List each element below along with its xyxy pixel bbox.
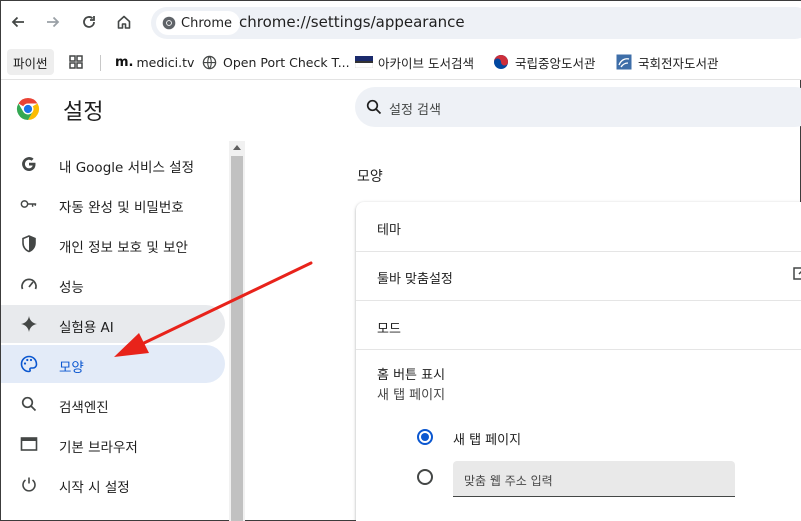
home-button[interactable] <box>109 7 139 37</box>
sidebar-item-performance[interactable]: 성능 <box>1 265 225 303</box>
bookmark-python[interactable]: 파이썬 <box>7 49 54 75</box>
radio-new-tab-page-label: 새 탭 페이지 <box>453 433 522 448</box>
apps-grid-icon <box>69 55 83 69</box>
sidebar-item-label: 실험용 AI <box>59 320 114 336</box>
bookmark-assembly-library[interactable]: 국회전자도서관 <box>616 49 719 75</box>
bookmarks-separator <box>100 55 101 71</box>
sidebar-item-label: 시작 시 설정 <box>59 480 130 496</box>
mode-label: 모드 <box>377 322 401 337</box>
sidebar-item-label: 자동 완성 및 비밀번호 <box>59 200 184 216</box>
home-icon <box>117 15 131 29</box>
sidebar-item-search-engine[interactable]: 검색엔진 <box>1 385 225 423</box>
sidebar-item-label: 기본 브라우저 <box>59 440 138 456</box>
settings-sidebar: 내 Google 서비스 설정 자동 완성 및 비밀번호 개인 정보 보호 및 … <box>1 141 229 521</box>
address-bar[interactable]: Chrome chrome://settings/appearance <box>151 7 801 39</box>
sidebar-item-default-browser[interactable]: 기본 브라우저 <box>1 425 225 463</box>
sidebar-item-appearance[interactable]: 모양 <box>1 345 225 383</box>
shield-icon <box>20 235 38 253</box>
toolbar-customize-label: 툴바 맞춤설정 <box>377 272 453 287</box>
bookmark-label: 파이썬 <box>13 55 48 71</box>
radio-new-tab-page[interactable] <box>417 429 433 445</box>
home-button-sublabel: 새 탭 페이지 <box>377 388 446 403</box>
sidebar-item-label: 내 Google 서비스 설정 <box>59 160 194 176</box>
power-icon <box>20 475 38 493</box>
section-title: 모양 <box>357 169 383 185</box>
settings-search-input[interactable]: 설정 검색 <box>355 87 801 127</box>
key-icon <box>20 195 38 213</box>
palette-icon <box>20 355 38 373</box>
browser-window-icon <box>20 435 38 453</box>
search-placeholder: 설정 검색 <box>389 103 441 118</box>
url-text[interactable]: chrome://settings/appearance <box>239 13 465 31</box>
custom-url-input[interactable]: 맞춤 웹 주소 입력 <box>453 461 735 497</box>
site-chip[interactable]: Chrome <box>156 11 240 35</box>
sidebar-item-label: 성능 <box>59 280 84 296</box>
bookmark-label: 국회전자도서관 <box>638 55 719 71</box>
appearance-card: 테마 툴바 맞춤설정 모드 홈 버튼 표시 새 탭 페이지 새 탭 페이지 맞춤… <box>356 202 801 521</box>
sidebar-item-label: 개인 정보 보호 및 보안 <box>59 240 188 256</box>
browser-toolbar: Chrome chrome://settings/appearance <box>1 1 801 44</box>
settings-header: 설정 설정 검색 <box>1 81 801 137</box>
sidebar-item-google-services[interactable]: 내 Google 서비스 설정 <box>1 145 225 183</box>
sidebar-item-experimental-ai[interactable]: 실험용 AI <box>1 305 225 343</box>
bookmarks-bar: 파이썬 m. medici.tv Open Port Check T... 아카… <box>1 44 801 80</box>
chrome-logo-icon <box>162 16 176 30</box>
bookmark-medici[interactable]: m. medici.tv <box>115 49 194 75</box>
back-button[interactable] <box>3 7 33 37</box>
scroll-up-arrow-icon[interactable] <box>233 145 241 150</box>
search-icon <box>20 395 38 413</box>
speedometer-icon <box>20 275 38 293</box>
sparkle-icon <box>20 315 38 333</box>
sidebar-item-label: 모양 <box>59 360 84 376</box>
chrome-logo-icon <box>16 98 40 120</box>
external-link-icon[interactable] <box>793 266 801 280</box>
theme-row[interactable]: 테마 <box>356 202 801 251</box>
theme-label: 테마 <box>377 223 401 238</box>
toolbar-customize-row[interactable]: 툴바 맞춤설정 <box>356 251 801 300</box>
bookmark-open-port-check[interactable]: Open Port Check T... <box>202 49 350 75</box>
search-icon <box>366 99 382 115</box>
sidebar-item-autofill[interactable]: 자동 완성 및 비밀번호 <box>1 185 225 223</box>
medici-logo-icon: m. <box>115 54 134 70</box>
bookmark-national-library[interactable]: 국립중앙도서관 <box>493 49 596 75</box>
reload-button[interactable] <box>74 7 104 37</box>
page-title: 설정 <box>63 100 104 125</box>
custom-url-placeholder: 맞춤 웹 주소 입력 <box>464 474 553 488</box>
radio-custom-url[interactable] <box>417 469 433 485</box>
bookmark-apps[interactable] <box>68 49 84 75</box>
arrow-left-icon <box>11 16 24 28</box>
globe-icon <box>202 55 217 69</box>
site-chip-label: Chrome <box>181 15 232 31</box>
assembly-library-icon <box>616 54 632 70</box>
archive-flag-icon <box>355 56 373 68</box>
bookmark-label: 국립중앙도서관 <box>515 55 596 71</box>
mode-row[interactable]: 모드 <box>356 300 801 349</box>
sidebar-item-on-startup[interactable]: 시작 시 설정 <box>1 465 225 503</box>
sidebar-item-privacy[interactable]: 개인 정보 보호 및 보안 <box>1 225 225 263</box>
forward-button[interactable] <box>38 7 68 37</box>
national-library-icon <box>494 55 508 69</box>
home-button-label: 홈 버튼 표시 <box>377 368 446 383</box>
bookmark-label: medici.tv <box>136 54 195 70</box>
google-g-icon <box>20 155 38 173</box>
sidebar-item-label: 검색엔진 <box>59 400 109 416</box>
arrow-right-icon <box>47 16 60 28</box>
bookmark-archive-search[interactable]: 아카이브 도서검색 <box>355 49 474 75</box>
bookmark-label: 아카이브 도서검색 <box>378 55 474 71</box>
bookmark-label: Open Port Check T... <box>223 54 350 70</box>
sidebar-scroll-thumb[interactable] <box>231 156 243 521</box>
reload-icon <box>83 16 95 28</box>
